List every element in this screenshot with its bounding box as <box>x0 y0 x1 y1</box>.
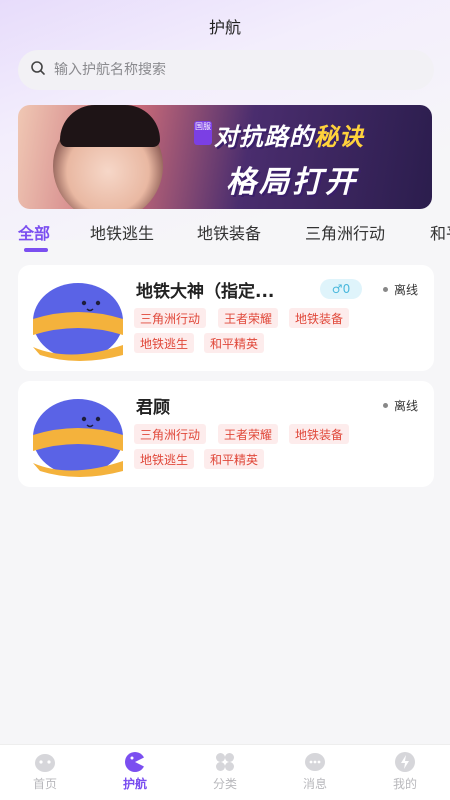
game-tag: 和平精英 <box>204 333 265 353</box>
search-input[interactable] <box>54 62 394 78</box>
banner-headline: 对抗路的秘诀 <box>214 123 364 151</box>
status-badge: 离线 <box>382 397 418 414</box>
tab-all[interactable]: 全部 <box>18 220 50 244</box>
tab-metro-gear[interactable]: 地铁装备 <box>197 220 261 244</box>
game-tag: 地铁装备 <box>289 308 350 328</box>
escort-name: 地铁大神（指定... <box>136 282 275 302</box>
active-tab-indicator <box>24 248 48 252</box>
avatar <box>33 399 123 477</box>
promo-banner[interactable]: 国服 对抗路的秘诀 格局打开 <box>18 105 432 209</box>
status-dot <box>382 403 388 408</box>
profile-icon <box>395 752 415 772</box>
game-tag: 三角洲行动 <box>134 424 207 444</box>
escort-card[interactable]: 君顾 离线 三角洲行动 王者荣耀 地铁装备 地铁逃生 和平精英 <box>18 381 434 487</box>
game-tag: 王者荣耀 <box>218 308 279 328</box>
escort-icon <box>125 752 145 772</box>
game-tag: 地铁装备 <box>289 424 350 444</box>
tabbar-item-messages[interactable]: 消息 <box>285 751 345 792</box>
game-tag: 王者荣耀 <box>218 424 279 444</box>
search-icon <box>30 60 46 80</box>
category-icon <box>216 753 234 771</box>
search-bar[interactable] <box>18 50 434 90</box>
avatar <box>33 283 123 361</box>
page-title: 护航 <box>208 18 241 37</box>
game-tag: 和平精英 <box>204 449 265 469</box>
male-icon: ♂ <box>331 282 343 296</box>
tabbar-item-escort[interactable]: 护航 <box>105 751 165 792</box>
gender-badge: ♂ 0 <box>320 279 362 299</box>
game-tag: 三角洲行动 <box>134 308 207 328</box>
banner-badge: 国服 <box>194 121 212 145</box>
game-tag: 地铁逃生 <box>134 449 195 469</box>
escort-name: 君顾 <box>136 398 170 418</box>
banner-portrait-hair <box>60 105 160 147</box>
home-icon <box>35 754 55 772</box>
tab-delta-force[interactable]: 三角洲行动 <box>305 220 385 244</box>
escort-card[interactable]: 地铁大神（指定... ♂ 0 离线 三角洲行动 王者荣耀 地铁装备 地铁逃生 和平… <box>18 265 434 371</box>
status-dot <box>382 287 388 292</box>
status-badge: 离线 <box>382 281 418 298</box>
tabbar-item-category[interactable]: 分类 <box>195 751 255 792</box>
tab-metro-escape[interactable]: 地铁逃生 <box>90 220 154 244</box>
category-tabs: 全部 地铁逃生 地铁装备 三角洲行动 和平精英 <box>0 214 450 254</box>
tabbar-item-home[interactable]: 首页 <box>15 751 75 792</box>
message-icon <box>305 753 325 771</box>
game-tag: 地铁逃生 <box>134 333 195 353</box>
bottom-tab-bar: 首页 护航 分类 消息 我的 <box>0 744 450 800</box>
tab-peace-elite[interactable]: 和平精英 <box>430 220 450 244</box>
banner-subheadline: 格局打开 <box>226 165 358 200</box>
tabbar-item-profile[interactable]: 我的 <box>375 751 435 792</box>
